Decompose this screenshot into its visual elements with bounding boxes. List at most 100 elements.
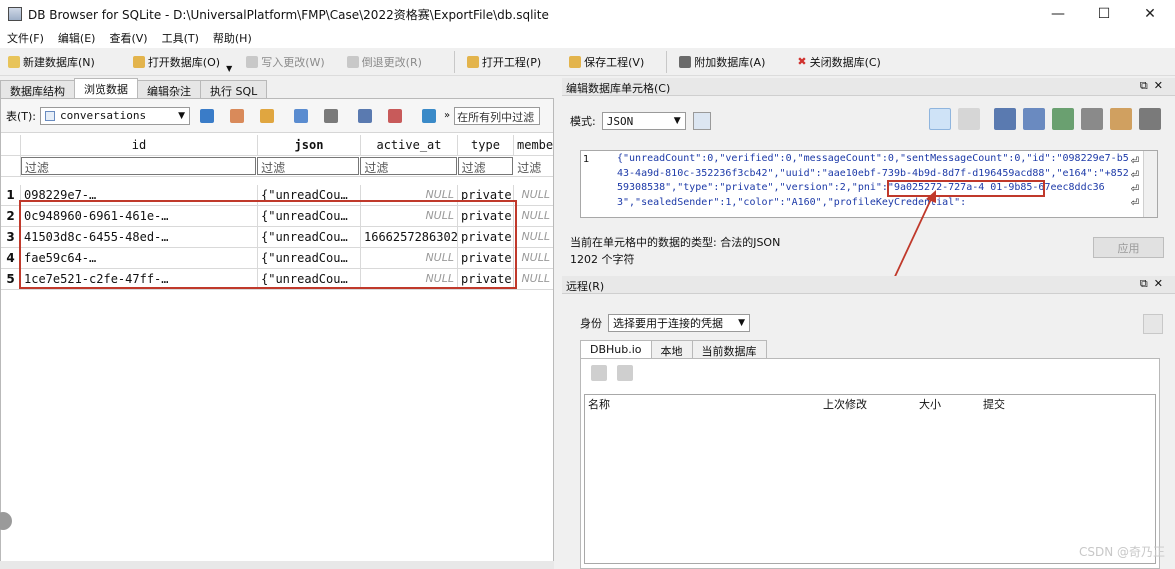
cell-active-at[interactable]: NULL xyxy=(361,269,458,289)
apply-button[interactable]: 应用 xyxy=(1093,237,1164,258)
editor-vertical-scrollbar[interactable] xyxy=(1143,151,1157,217)
cell-members[interactable]: NULL xyxy=(514,248,553,268)
refresh-icon[interactable] xyxy=(591,365,607,381)
horizontal-scrollbar[interactable] xyxy=(0,561,554,569)
filter-all-columns-input[interactable]: 在所有列中过滤 xyxy=(454,106,541,125)
cell-type[interactable]: private xyxy=(458,185,514,205)
tab-database-structure[interactable]: 数据库结构 xyxy=(0,80,75,98)
cell-id[interactable]: 0c948960-6961-461e-… xyxy=(21,206,258,226)
cell-type[interactable]: private xyxy=(458,227,514,247)
filter-input-active-at[interactable]: 过滤 xyxy=(360,157,457,175)
column-header-members[interactable]: membe xyxy=(514,135,553,155)
menu-tools[interactable]: 工具(T) xyxy=(155,30,206,46)
word-wrap-icon[interactable] xyxy=(929,108,951,130)
menu-help[interactable]: 帮助(H) xyxy=(206,30,259,46)
image-icon[interactable] xyxy=(1081,108,1103,130)
cell-id[interactable]: 1ce7e521-c2fe-47ff-… xyxy=(21,269,258,289)
delete-record-icon[interactable] xyxy=(388,108,403,123)
clone-icon[interactable] xyxy=(617,365,633,381)
cell-type[interactable]: private xyxy=(458,269,514,289)
filter-input-json[interactable]: 过滤 xyxy=(257,157,360,175)
column-header-id[interactable]: id xyxy=(21,135,258,155)
table-row[interactable]: 1 098229e7-… {"unreadCou… NULL private N… xyxy=(1,185,553,206)
column-header-name[interactable]: 名称 xyxy=(585,396,820,412)
tab-local[interactable]: 本地 xyxy=(650,340,693,358)
tab-browse-data[interactable]: 浏览数据 xyxy=(74,78,138,98)
minimize-button[interactable]: — xyxy=(1035,0,1081,28)
column-header-json[interactable]: json xyxy=(258,135,361,155)
cell-id[interactable]: 098229e7-… xyxy=(21,185,258,205)
close-database-button[interactable]: ✖ 关闭数据库(C) xyxy=(789,50,888,74)
copy-icon[interactable] xyxy=(1110,108,1132,130)
row-number[interactable]: 1 xyxy=(1,185,21,205)
save-table-icon[interactable] xyxy=(294,108,309,123)
cell-id[interactable]: fae59c64-… xyxy=(21,248,258,268)
mode-select[interactable]: JSON ▼ xyxy=(601,112,686,130)
tab-execute-sql[interactable]: 执行 SQL xyxy=(200,80,268,98)
revert-changes-button[interactable]: 倒退更改(R) xyxy=(339,50,430,74)
clear-sort-icon[interactable] xyxy=(260,108,275,123)
dock-buttons[interactable]: ⧉✕ xyxy=(1140,79,1169,93)
cell-json[interactable]: {"unreadCou… xyxy=(258,206,361,226)
table-row[interactable]: 4 fae59c64-… {"unreadCou… NULL private N… xyxy=(1,248,553,269)
more-icon[interactable]: » xyxy=(444,110,450,121)
dock-buttons[interactable]: ⧉✕ xyxy=(1140,277,1169,291)
cell-active-at[interactable]: NULL xyxy=(361,185,458,205)
remote-file-list[interactable]: 名称 上次修改 大小 提交 xyxy=(584,394,1156,564)
cell-json[interactable]: {"unreadCou… xyxy=(258,227,361,247)
table-row[interactable]: 5 1ce7e521-c2fe-47ff-… {"unreadCou… NULL… xyxy=(1,269,553,290)
menu-view[interactable]: 查看(V) xyxy=(102,30,154,46)
column-header-type[interactable]: type xyxy=(458,135,514,155)
refresh-icon[interactable] xyxy=(200,108,215,123)
cell-id[interactable]: 41503d8c-6455-48ed-… xyxy=(21,227,258,247)
row-number[interactable]: 4 xyxy=(1,248,21,268)
cell-active-at[interactable]: NULL xyxy=(361,248,458,268)
cell-active-at[interactable]: NULL xyxy=(361,206,458,226)
tab-current-database[interactable]: 当前数据库 xyxy=(691,340,767,358)
row-number[interactable]: 2 xyxy=(1,206,21,226)
menu-edit[interactable]: 编辑(E) xyxy=(51,30,103,46)
export-icon[interactable] xyxy=(1023,108,1045,130)
cell-json[interactable]: {"unreadCou… xyxy=(258,269,361,289)
auto-format-icon[interactable] xyxy=(692,112,711,130)
cell-members[interactable]: NULL xyxy=(514,185,553,205)
insert-record-icon[interactable] xyxy=(358,108,373,123)
cell-json[interactable]: {"unreadCou… xyxy=(258,248,361,268)
cell-type[interactable]: private xyxy=(458,248,514,268)
clear-filters-icon[interactable] xyxy=(230,108,245,123)
column-header-last-modified[interactable]: 上次修改 xyxy=(820,396,916,412)
cell-members[interactable]: NULL xyxy=(514,206,553,226)
set-null-icon[interactable] xyxy=(1052,108,1074,130)
print-icon[interactable] xyxy=(1139,108,1161,130)
remote-settings-icon[interactable] xyxy=(1143,314,1163,334)
menu-file[interactable]: 文件(F) xyxy=(0,30,51,46)
filter-input-type[interactable]: 过滤 xyxy=(457,157,514,175)
cell-active-at[interactable]: 1666257286302 xyxy=(361,227,458,247)
filter-input-members[interactable]: 过滤 xyxy=(514,156,553,176)
cell-type[interactable]: private xyxy=(458,206,514,226)
table-select[interactable]: conversations ▼ xyxy=(40,106,191,125)
identity-select[interactable]: 选择要用于连接的凭据 ▼ xyxy=(608,314,750,332)
table-row[interactable]: 3 41503d8c-6455-48ed-… {"unreadCou… 1666… xyxy=(1,227,553,248)
new-database-button[interactable]: 新建数据库(N) xyxy=(0,50,103,74)
indent-icon[interactable] xyxy=(958,108,980,130)
import-icon[interactable] xyxy=(994,108,1016,130)
maximize-button[interactable]: ☐ xyxy=(1081,0,1127,28)
tab-edit-pragmas[interactable]: 编辑杂注 xyxy=(137,80,201,98)
row-number[interactable]: 3 xyxy=(1,227,21,247)
close-button[interactable]: ✕ xyxy=(1127,0,1173,28)
find-icon[interactable] xyxy=(422,108,437,123)
cell-members[interactable]: NULL xyxy=(514,227,553,247)
write-changes-button[interactable]: 写入更改(W) xyxy=(238,50,332,74)
open-database-dropdown-icon[interactable]: ▼ xyxy=(226,64,232,73)
print-icon[interactable] xyxy=(324,108,339,123)
save-project-button[interactable]: 保存工程(V) xyxy=(561,50,652,74)
open-database-button[interactable]: 打开数据库(O) xyxy=(125,50,228,74)
attach-database-button[interactable]: 附加数据库(A) xyxy=(671,50,773,74)
column-header-size[interactable]: 大小 xyxy=(916,396,980,412)
row-number[interactable]: 5 xyxy=(1,269,21,289)
open-project-button[interactable]: 打开工程(P) xyxy=(459,50,549,74)
column-header-commit[interactable]: 提交 xyxy=(980,396,1060,412)
column-header-active-at[interactable]: active_at xyxy=(361,135,458,155)
table-row[interactable]: 2 0c948960-6961-461e-… {"unreadCou… NULL… xyxy=(1,206,553,227)
